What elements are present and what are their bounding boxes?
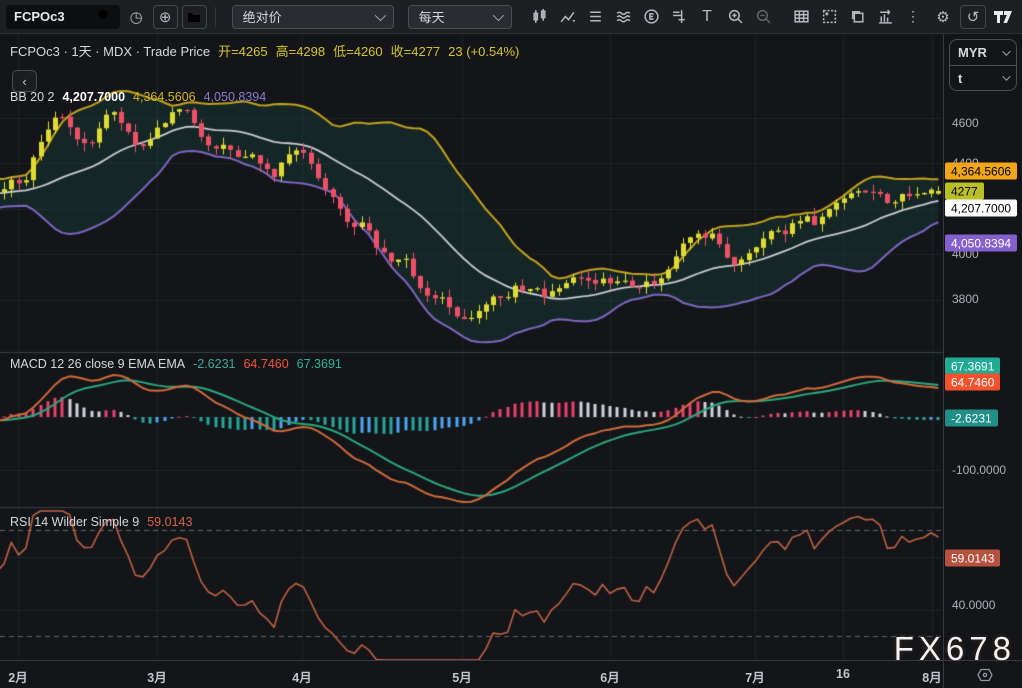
chart-legend-header[interactable]: FCPOc3 · 1天 · MDX · Trade Price 开=4265 高=… <box>10 41 527 60</box>
layers-icon[interactable] <box>582 5 608 29</box>
price-scale-mode-dropdown[interactable]: 绝对价 <box>232 5 394 29</box>
indicator-name: MACD 12 26 close 9 EMA EMA <box>10 357 185 371</box>
fx678-watermark: FX678 <box>894 630 1016 668</box>
time-tick-label: 6月 <box>600 667 619 686</box>
price-badge: 67.3691 <box>945 358 1000 375</box>
indicators-icon[interactable] <box>554 5 580 29</box>
indicator-value: 64.7460 <box>243 357 288 371</box>
axis-tick-label: 4600 <box>952 116 979 130</box>
undo-icon[interactable]: ↺ <box>960 5 986 29</box>
chevron-down-icon <box>1002 72 1010 80</box>
price-badge: 64.7460 <box>945 374 1000 391</box>
price-badge: -2.6231 <box>945 410 998 427</box>
folder-icon[interactable] <box>182 5 207 29</box>
text-tool-icon[interactable]: T <box>694 5 720 29</box>
copy-icon[interactable] <box>844 5 870 29</box>
indicator-value: 4,050.8394 <box>204 90 267 104</box>
time-tick-label: 7月 <box>745 667 764 686</box>
price-badge: 4,364.5606 <box>945 163 1017 180</box>
toolbar-right: ⚙ ↺ <box>930 5 1016 29</box>
price-badge: 59.0143 <box>945 550 1000 567</box>
indicator-value: 4,207.7000 <box>62 90 125 104</box>
symbol-description: FCPOc3 · 1天 · MDX · Trade Price <box>10 41 210 60</box>
price-badge: 4,050.8394 <box>945 235 1017 252</box>
rsi-indicator-legend[interactable]: RSI 14 Wilder Simple 9 59.0143 <box>10 515 192 529</box>
measure-icon[interactable] <box>666 5 692 29</box>
chevron-down-icon <box>1002 47 1010 55</box>
ohlc-value: 低=4260 <box>333 44 383 59</box>
time-tick-label: 8月 <box>922 667 941 686</box>
ohlc-values: 开=4265 高=4298 低=4260 收=4277 23 (+0.54%) <box>218 41 527 60</box>
toolbar-separator <box>215 7 216 27</box>
tradingview-logo[interactable] <box>990 5 1016 29</box>
grid-view-icon[interactable] <box>788 5 814 29</box>
zoom-out-icon[interactable] <box>750 5 776 29</box>
interval-dropdown[interactable]: 每天 <box>408 5 512 29</box>
price-badge: 4,207.7000 <box>945 200 1017 217</box>
time-tick-label: 3月 <box>147 667 166 686</box>
indicator-value: 67.3691 <box>297 357 342 371</box>
symbol-search-box[interactable]: FCPOc3 <box>6 5 120 29</box>
screenshot-icon[interactable] <box>816 5 842 29</box>
axis-tick-label: 40.0000 <box>952 598 995 612</box>
change-value: 23 (+0.54%) <box>448 44 519 59</box>
axis-tick-label: 3800 <box>952 292 979 306</box>
more-options-kebab[interactable]: ⋮ <box>900 5 926 29</box>
chevron-down-icon <box>374 9 385 20</box>
candles-icon[interactable] <box>526 5 552 29</box>
axis-tick-label: -100.0000 <box>952 463 1006 477</box>
currency-unit-box: MYR t <box>949 39 1017 91</box>
symbol-name: FCPOc3 <box>14 9 65 24</box>
interval-label: 每天 <box>419 7 445 26</box>
indicator-value: -2.6231 <box>193 357 235 371</box>
waves-icon[interactable] <box>610 5 636 29</box>
last-price-badge: 4277 <box>945 183 984 200</box>
time-tick-label: 4月 <box>292 667 311 686</box>
indicator-name: BB 20 2 <box>10 90 54 104</box>
top-toolbar: FCPOc3 ◷ ⊕ 绝对价 每天 <box>0 0 1022 34</box>
ohlc-value: 收=4277 <box>391 44 441 59</box>
indicator-value: 59.0143 <box>147 515 192 529</box>
unit-selector[interactable]: t <box>950 65 1016 90</box>
back-button[interactable]: ‹ <box>12 70 37 92</box>
search-icon <box>97 8 112 26</box>
price-scale-axis[interactable]: MYR t 4600440040003800-100.000040.00004,… <box>943 34 1022 660</box>
ohlc-value: 高=4298 <box>276 44 326 59</box>
time-axis[interactable]: 2月 3月 4月 5月 6月 7月 16 8月 <box>0 660 1022 688</box>
unit-label: t <box>958 71 962 86</box>
bb-indicator-legend[interactable]: BB 20 2 4,207.7000 4,364.5606 4,050.8394 <box>10 90 266 104</box>
chart-area: FCPOc3 · 1天 · MDX · Trade Price 开=4265 高=… <box>0 34 943 660</box>
plus-circle-icon[interactable]: ⊕ <box>153 5 178 29</box>
ohlc-value: 开=4265 <box>218 44 268 59</box>
chevron-down-icon <box>493 9 504 20</box>
indicator-value: 4,364.5606 <box>133 90 196 104</box>
trading-terminal: FCPOc3 ◷ ⊕ 绝对价 每天 <box>0 0 1022 688</box>
macd-indicator-legend[interactable]: MACD 12 26 close 9 EMA EMA -2.6231 64.7460… <box>10 357 342 371</box>
price-scale-mode-label: 绝对价 <box>243 7 282 26</box>
currency-selector[interactable]: MYR <box>950 40 1016 65</box>
indicator-name: RSI 14 Wilder Simple 9 <box>10 515 139 529</box>
settings-gear-icon[interactable]: ⚙ <box>930 5 956 29</box>
zoom-in-icon[interactable] <box>722 5 748 29</box>
time-tick-label: 5月 <box>452 667 471 686</box>
toolbar-icons: T ⋮ <box>526 5 926 29</box>
bar-report-icon[interactable] <box>872 5 898 29</box>
clock-icon[interactable]: ◷ <box>124 5 149 29</box>
time-tick-label: 16 <box>836 667 850 681</box>
price-chart-canvas[interactable] <box>0 34 943 660</box>
time-tick-label: 2月 <box>8 667 27 686</box>
circle-e-icon[interactable] <box>638 5 664 29</box>
currency-label: MYR <box>958 45 987 60</box>
